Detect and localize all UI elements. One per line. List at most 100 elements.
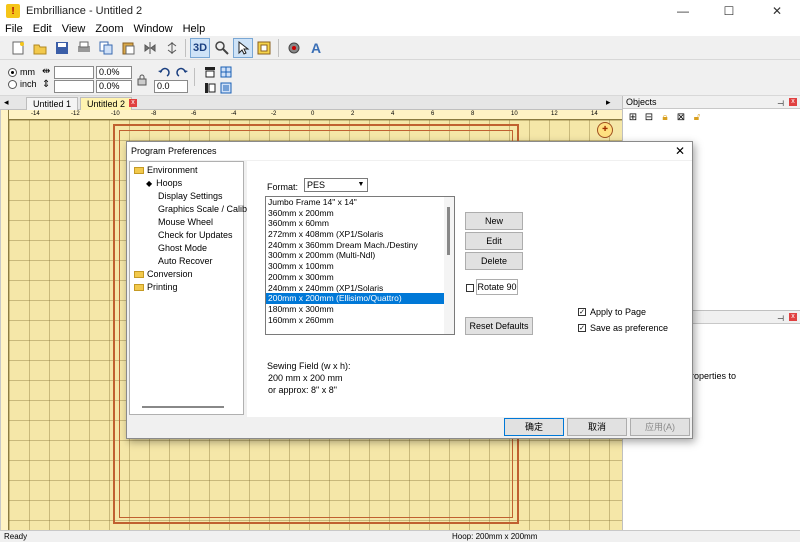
hoop-list-item[interactable]: 160mm x 260mm bbox=[266, 315, 454, 326]
save-icon[interactable] bbox=[52, 38, 72, 58]
rotate-90-checkbox[interactable] bbox=[466, 284, 474, 292]
tab-scroll-left-icon[interactable]: ◂ bbox=[4, 97, 9, 108]
format-dropdown[interactable]: PES ▼ bbox=[304, 178, 368, 192]
new-hoop-button[interactable]: New bbox=[465, 212, 523, 230]
maximize-button[interactable]: ☐ bbox=[706, 0, 752, 22]
apply-button[interactable]: 应用(A) bbox=[630, 418, 690, 436]
new-file-icon[interactable] bbox=[8, 38, 28, 58]
unit-mm-radio[interactable] bbox=[8, 68, 17, 77]
rotation-angle-input[interactable]: 0.0 bbox=[154, 80, 188, 93]
height-percent-input[interactable]: 0.0% bbox=[96, 80, 132, 93]
tree-item-conversion[interactable]: Conversion bbox=[134, 269, 193, 279]
width-input[interactable] bbox=[54, 66, 94, 79]
width-percent-input[interactable]: 0.0% bbox=[96, 66, 132, 79]
close-tab-icon[interactable]: x bbox=[129, 99, 137, 107]
ok-button[interactable]: 确定 bbox=[504, 418, 564, 436]
ruler-label: -8 bbox=[151, 111, 157, 117]
scrollbar-thumb[interactable] bbox=[447, 207, 450, 255]
tree-item-ghost-mode[interactable]: Ghost Mode bbox=[158, 243, 207, 253]
save-as-preference-checkbox[interactable]: ✓ bbox=[578, 324, 586, 332]
close-panel-icon[interactable]: x bbox=[789, 313, 797, 321]
menu-window[interactable]: Window bbox=[128, 23, 177, 35]
dialog-title-bar: Program Preferences bbox=[127, 142, 692, 160]
tab-untitled-1[interactable]: Untitled 1 bbox=[26, 97, 79, 110]
apply-to-page-checkbox[interactable]: ✓ bbox=[578, 308, 586, 316]
menu-view[interactable]: View bbox=[57, 23, 91, 35]
compass-navigator-icon[interactable]: ✚ bbox=[597, 122, 613, 138]
hide-icon[interactable]: ⊠ bbox=[675, 112, 687, 124]
settings-gear-icon[interactable] bbox=[284, 38, 304, 58]
hoop-list-item[interactable]: 180mm x 300mm bbox=[266, 304, 454, 315]
hoop-list-item[interactable]: 240mm x 240mm (XP1/Solaris bbox=[266, 283, 454, 294]
apply-to-page-label: Apply to Page bbox=[590, 307, 647, 317]
reset-defaults-button[interactable]: Reset Defaults bbox=[465, 317, 533, 335]
menu-file[interactable]: File bbox=[0, 23, 28, 35]
ruler-label: 12 bbox=[551, 111, 558, 117]
text-letter-a-icon[interactable]: A bbox=[306, 38, 326, 58]
pin-panel-icon[interactable]: ⊣ bbox=[777, 312, 784, 325]
print-icon[interactable] bbox=[74, 38, 94, 58]
rotate-90-label[interactable]: Rotate 90 bbox=[476, 279, 518, 295]
tree-horizontal-scrollbar[interactable] bbox=[142, 406, 224, 408]
close-panel-icon[interactable]: x bbox=[789, 98, 797, 106]
hoop-list-item[interactable]: 300mm x 100mm bbox=[266, 261, 454, 272]
hoop-list-item[interactable]: Jumbo Frame 14" x 14" bbox=[266, 197, 454, 208]
tree-item-check-updates[interactable]: Check for Updates bbox=[158, 230, 233, 240]
tree-item-graphics-scale[interactable]: Graphics Scale / Calibr bbox=[158, 204, 250, 214]
paste-icon[interactable] bbox=[118, 38, 138, 58]
copy-icon[interactable] bbox=[96, 38, 116, 58]
sewing-field-info: Sewing Field (w x h): 200 mm x 200 mm or… bbox=[267, 360, 351, 396]
group-icon[interactable]: ⊞ bbox=[627, 112, 639, 124]
rotate-right-icon[interactable] bbox=[172, 62, 192, 82]
hoop-list[interactable]: Jumbo Frame 14" x 14" 360mm x 200mm 360m… bbox=[265, 196, 455, 335]
delete-hoop-button[interactable]: Delete bbox=[465, 252, 523, 270]
sewing-field-label: Sewing Field (w x h): bbox=[267, 361, 351, 371]
3d-view-icon[interactable]: 3D bbox=[190, 38, 210, 58]
hoop-list-item[interactable]: 200mm x 200mm (Ellisimo/Quattro) bbox=[266, 293, 454, 304]
hoop-frame-icon[interactable] bbox=[254, 38, 274, 58]
hoop-list-item[interactable]: 200mm x 300mm bbox=[266, 272, 454, 283]
edit-hoop-button[interactable]: Edit bbox=[465, 232, 523, 250]
tree-item-environment[interactable]: Environment bbox=[134, 165, 198, 175]
cancel-button[interactable]: 取消 bbox=[567, 418, 627, 436]
close-window-button[interactable]: ✕ bbox=[754, 0, 800, 22]
app-logo-icon: ! bbox=[6, 4, 20, 18]
menu-edit[interactable]: Edit bbox=[28, 23, 57, 35]
unlock-icon[interactable]: 🔓︎ bbox=[691, 112, 703, 124]
hoop-list-item[interactable]: 272mm x 408mm (XP1/Solaris bbox=[266, 229, 454, 240]
unit-inch-radio[interactable] bbox=[8, 80, 17, 89]
lock-icon[interactable]: 🔒︎ bbox=[659, 112, 671, 124]
height-input[interactable] bbox=[54, 80, 94, 93]
tree-item-auto-recover[interactable]: Auto Recover bbox=[158, 256, 213, 266]
hoop-list-item[interactable]: 300mm x 200mm (Multi-Ndl) bbox=[266, 250, 454, 261]
ungroup-icon[interactable]: ⊟ bbox=[643, 112, 655, 124]
dialog-close-button[interactable]: ✕ bbox=[674, 144, 686, 158]
menu-help[interactable]: Help bbox=[178, 23, 211, 35]
tab-scroll-right-icon[interactable]: ▸ bbox=[606, 97, 611, 108]
status-text: Ready bbox=[4, 532, 28, 541]
minimize-button[interactable]: — bbox=[660, 0, 706, 22]
tree-item-hoops[interactable]: ◆ Hoops bbox=[146, 178, 182, 188]
status-hoop-size: Hoop: 200mm x 200mm bbox=[452, 532, 538, 541]
hoop-list-scrollbar[interactable] bbox=[444, 197, 454, 334]
open-folder-icon[interactable] bbox=[30, 38, 50, 58]
hoop-list-item[interactable]: 360mm x 60mm bbox=[266, 218, 454, 229]
mirror-horizontal-icon[interactable] bbox=[140, 38, 160, 58]
main-toolbar: 3D A bbox=[0, 36, 800, 60]
tab-untitled-2[interactable]: Untitled 2 bbox=[80, 97, 133, 110]
tree-item-printing[interactable]: Printing bbox=[134, 282, 178, 292]
ruler-label: -6 bbox=[191, 111, 197, 117]
pin-panel-icon[interactable]: ⊣ bbox=[777, 97, 784, 110]
objects-panel-header: Objects ⊣ x bbox=[623, 96, 800, 109]
lock-ratio-icon[interactable] bbox=[132, 70, 152, 90]
tree-item-display-settings[interactable]: Display Settings bbox=[158, 191, 223, 201]
mirror-vertical-icon[interactable] bbox=[162, 38, 182, 58]
tree-item-mouse-wheel[interactable]: Mouse Wheel bbox=[158, 217, 213, 227]
select-pointer-icon[interactable] bbox=[233, 38, 253, 58]
hoop-list-item[interactable]: 240mm x 360mm Dream Mach./Destiny bbox=[266, 240, 454, 251]
menu-zoom[interactable]: Zoom bbox=[90, 23, 128, 35]
zoom-magnifier-icon[interactable] bbox=[212, 38, 232, 58]
rotate-left-icon[interactable] bbox=[154, 62, 174, 82]
hoop-list-item[interactable]: 360mm x 200mm bbox=[266, 208, 454, 219]
distribute-icon[interactable] bbox=[216, 78, 236, 98]
